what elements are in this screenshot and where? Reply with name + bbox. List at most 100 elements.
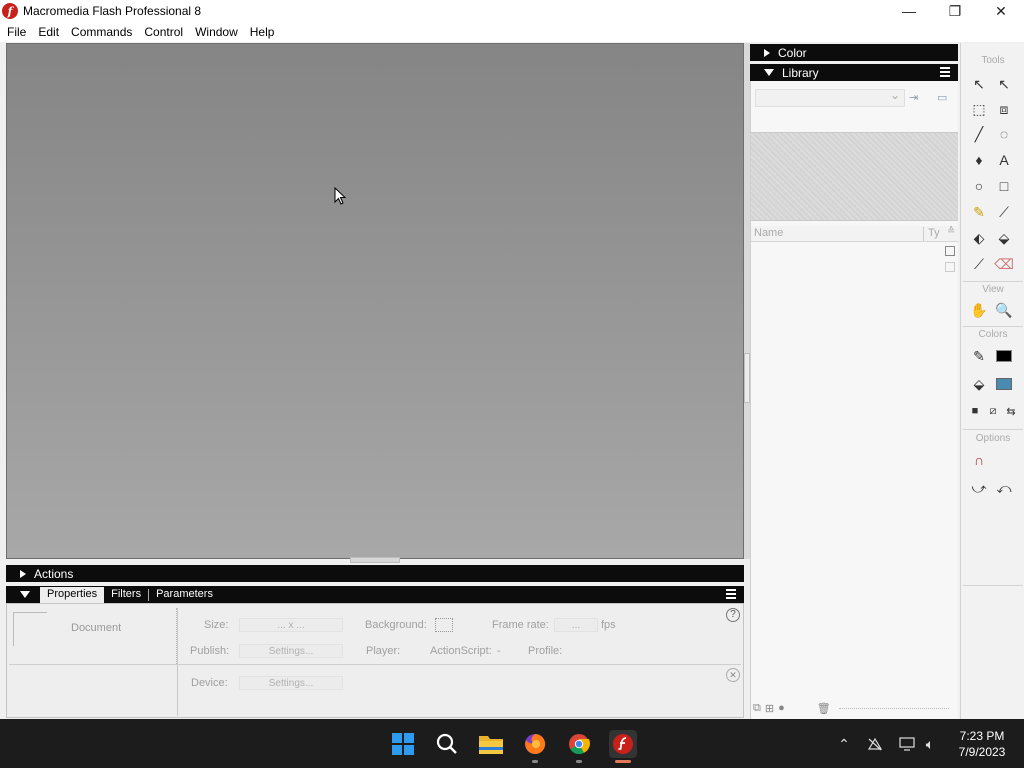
- active-app-indicator: [615, 760, 631, 763]
- library-footer: ⧉ ⊞ ● 🗑: [753, 701, 953, 715]
- pencil-tool-icon[interactable]: ✎: [968, 201, 990, 223]
- running-indicator: [576, 760, 582, 763]
- lasso-tool-icon[interactable]: ◌: [993, 123, 1015, 145]
- close-icon[interactable]: ✕: [726, 668, 740, 682]
- size-button[interactable]: ... x ...: [239, 618, 343, 632]
- help-icon[interactable]: ?: [726, 608, 740, 622]
- ink-bottle-tool-icon[interactable]: ⬖: [968, 227, 990, 249]
- menu-window[interactable]: Window: [189, 25, 244, 39]
- fill-color-swatch[interactable]: [993, 373, 1015, 395]
- device-settings-button[interactable]: Settings...: [239, 676, 343, 690]
- wide-view-icon[interactable]: [945, 246, 955, 256]
- panel-options-icon[interactable]: [940, 67, 952, 77]
- menu-help[interactable]: Help: [244, 25, 281, 39]
- hand-tool-icon[interactable]: ✋: [968, 299, 990, 321]
- new-library-panel-icon[interactable]: ▭: [937, 91, 953, 104]
- zoom-tool-icon[interactable]: 🔍: [993, 299, 1015, 321]
- flash-app-icon: f: [2, 3, 18, 19]
- rectangle-tool-icon[interactable]: □: [993, 175, 1015, 197]
- divider: [963, 585, 1023, 586]
- new-folder-icon[interactable]: ⊞: [765, 702, 774, 715]
- brush-tool-icon[interactable]: ⟋: [993, 201, 1015, 223]
- expand-arrow-icon: [764, 48, 770, 57]
- black-white-icon[interactable]: ■: [966, 400, 984, 422]
- narrow-view-icon[interactable]: [945, 262, 955, 272]
- fill-transform-tool-icon[interactable]: ⧈: [993, 98, 1015, 120]
- search-icon[interactable]: [433, 730, 461, 758]
- sort-icon[interactable]: ≙: [947, 226, 955, 237]
- subselection-tool-icon[interactable]: ↖: [993, 73, 1015, 95]
- menu-bar: File Edit Commands Control Window Help: [0, 22, 1024, 42]
- file-explorer-icon[interactable]: [477, 730, 505, 758]
- no-color-icon[interactable]: ⧄: [984, 400, 1002, 422]
- pen-tool-icon[interactable]: ♦: [968, 149, 990, 171]
- system-clock[interactable]: 7:23 PM 7/9/2023: [950, 728, 1014, 760]
- mouse-cursor-icon: [334, 187, 346, 205]
- swap-colors-icon[interactable]: ⇆: [1002, 400, 1020, 422]
- publish-settings-button[interactable]: Settings...: [239, 644, 343, 658]
- pin-library-icon[interactable]: ⇥: [909, 91, 925, 104]
- menu-edit[interactable]: Edit: [32, 25, 65, 39]
- timeline-collapse-handle[interactable]: [350, 557, 400, 563]
- minimize-button[interactable]: —: [886, 0, 932, 22]
- stroke-color-icon[interactable]: ✎: [968, 345, 990, 367]
- library-panel-title: Library: [782, 65, 819, 80]
- maximize-button[interactable]: ❐: [932, 0, 978, 22]
- divider: [838, 707, 949, 709]
- type-column-header[interactable]: Ty: [923, 227, 940, 241]
- library-panel-header[interactable]: Library: [750, 64, 958, 81]
- text-tool-icon[interactable]: A: [993, 149, 1015, 171]
- line-tool-icon[interactable]: ╱: [968, 123, 990, 145]
- tools-panel: Tools ↖ ↖ ⬚ ⧈ ╱ ◌ ♦ A ○ □ ✎ ⟋ ⬖ ⬙ ⟋ ⌫ Vi…: [960, 43, 1024, 719]
- name-column-header[interactable]: Name: [754, 227, 783, 239]
- eyedropper-tool-icon[interactable]: ⟋: [968, 253, 990, 275]
- stage-area[interactable]: [6, 43, 744, 559]
- properties-panel-body: Document Size: ... x ... Background: Fra…: [6, 603, 744, 718]
- smooth-icon[interactable]: ⤻: [968, 477, 990, 499]
- properties-panel-header: Properties Filters Parameters: [6, 586, 744, 603]
- panel-options-icon[interactable]: [726, 589, 738, 599]
- chrome-icon[interactable]: [565, 730, 593, 758]
- library-document-select[interactable]: [755, 88, 905, 107]
- free-transform-tool-icon[interactable]: ⬚: [968, 98, 990, 120]
- stroke-color-swatch[interactable]: [993, 345, 1015, 367]
- document-thumbnail: [13, 612, 47, 646]
- selection-tool-icon[interactable]: ↖: [968, 73, 990, 95]
- new-symbol-icon[interactable]: ⧉: [753, 702, 761, 715]
- eraser-tool-icon[interactable]: ⌫: [993, 253, 1015, 275]
- background-color-swatch[interactable]: [435, 618, 453, 632]
- actions-panel-header[interactable]: Actions: [6, 565, 744, 582]
- colors-group-label: Colors: [978, 329, 1008, 340]
- tab-filters[interactable]: Filters: [104, 587, 148, 603]
- network-off-icon[interactable]: [866, 735, 884, 753]
- menu-control[interactable]: Control: [138, 25, 189, 39]
- snap-to-objects-icon[interactable]: ∩: [968, 449, 990, 471]
- frame-rate-label: Frame rate:: [492, 619, 549, 631]
- oval-tool-icon[interactable]: ○: [968, 175, 990, 197]
- menu-commands[interactable]: Commands: [65, 25, 138, 39]
- start-icon[interactable]: [389, 730, 417, 758]
- delete-icon[interactable]: 🗑: [817, 702, 831, 715]
- straighten-icon[interactable]: ⤺: [993, 477, 1015, 499]
- publish-label: Publish:: [190, 645, 230, 657]
- frame-rate-input[interactable]: ...: [554, 618, 598, 632]
- close-button[interactable]: ✕: [978, 0, 1024, 22]
- volume-icon[interactable]: 🔈︎: [921, 735, 939, 753]
- display-icon[interactable]: [898, 735, 916, 753]
- menu-file[interactable]: File: [0, 25, 32, 39]
- clock-time: 7:23 PM: [959, 729, 1005, 743]
- player-label: Player:: [366, 645, 401, 657]
- chevron-up-icon[interactable]: ⌃: [835, 735, 853, 753]
- paint-bucket-tool-icon[interactable]: ⬙: [993, 227, 1015, 249]
- tab-parameters[interactable]: Parameters: [149, 587, 220, 603]
- flash-icon[interactable]: [609, 730, 637, 758]
- firefox-icon[interactable]: [521, 730, 549, 758]
- color-panel-header[interactable]: Color: [750, 44, 958, 61]
- fill-color-icon[interactable]: ⬙: [968, 373, 990, 395]
- document-section: Document: [11, 608, 177, 664]
- divider: [963, 429, 1023, 430]
- collapse-arrow-icon[interactable]: [20, 591, 30, 598]
- library-column-header: Name Ty ≙: [751, 226, 958, 242]
- properties-icon[interactable]: ●: [778, 702, 785, 714]
- tab-properties[interactable]: Properties: [40, 587, 105, 603]
